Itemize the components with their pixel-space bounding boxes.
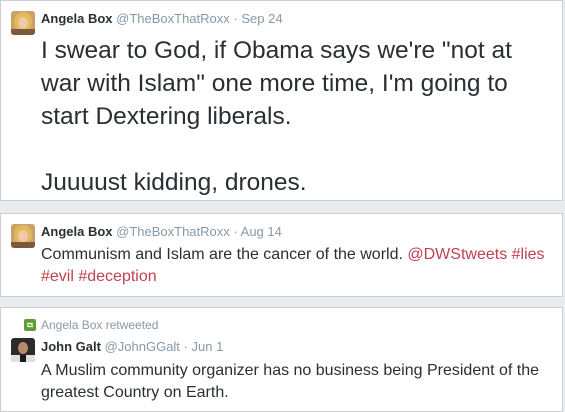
tweet-timestamp[interactable]: Sep 24 — [241, 11, 282, 26]
tweet-header: Angela Box @TheBoxThatRoxx · Aug 14 — [41, 224, 282, 240]
tweet-header: Angela Box @TheBoxThatRoxx · Sep 24 — [41, 11, 283, 27]
tweet-text: Communism and Islam are the cancer of th… — [41, 244, 552, 287]
author-name[interactable]: John Galt — [41, 339, 101, 354]
retweet-context: Angela Box retweeted — [24, 318, 158, 332]
retweet-icon — [24, 319, 36, 331]
hashtag-link[interactable]: #evil — [41, 268, 74, 285]
tweet-1[interactable]: Angela Box @TheBoxThatRoxx · Sep 24 I sw… — [0, 0, 563, 201]
author-name[interactable]: Angela Box — [41, 11, 113, 26]
retweet-label[interactable]: Angela Box retweeted — [41, 318, 158, 332]
tweet-timestamp[interactable]: Jun 1 — [192, 339, 224, 354]
author-handle[interactable]: @TheBoxThatRoxx — [116, 224, 230, 239]
author-name[interactable]: Angela Box — [41, 224, 113, 239]
tweet-header: John Galt @JohnGGalt · Jun 1 — [41, 339, 223, 355]
hashtag-link[interactable]: #lies — [512, 246, 545, 263]
tweet-3[interactable]: Angela Box retweeted John Galt @JohnGGal… — [0, 307, 563, 412]
tweet-text: I swear to God, if Obama says we're "not… — [41, 37, 512, 196]
mention-link[interactable]: @DWStweets — [407, 246, 507, 263]
author-handle[interactable]: @TheBoxThatRoxx — [116, 11, 230, 26]
hashtag-link[interactable]: #deception — [78, 268, 156, 285]
separator: · — [233, 224, 238, 239]
tweet-2[interactable]: Angela Box @TheBoxThatRoxx · Aug 14 Comm… — [0, 213, 563, 297]
separator: · — [183, 339, 188, 354]
tweet-timestamp[interactable]: Aug 14 — [241, 224, 282, 239]
avatar[interactable] — [11, 338, 35, 362]
avatar[interactable] — [11, 11, 35, 35]
tweet-text: A Muslim community organizer has no busi… — [41, 362, 544, 401]
tweet-text-plain: Communism and Islam are the cancer of th… — [41, 246, 408, 263]
author-handle[interactable]: @JohnGGalt — [105, 339, 180, 354]
avatar[interactable] — [11, 224, 35, 248]
separator: · — [233, 11, 238, 26]
